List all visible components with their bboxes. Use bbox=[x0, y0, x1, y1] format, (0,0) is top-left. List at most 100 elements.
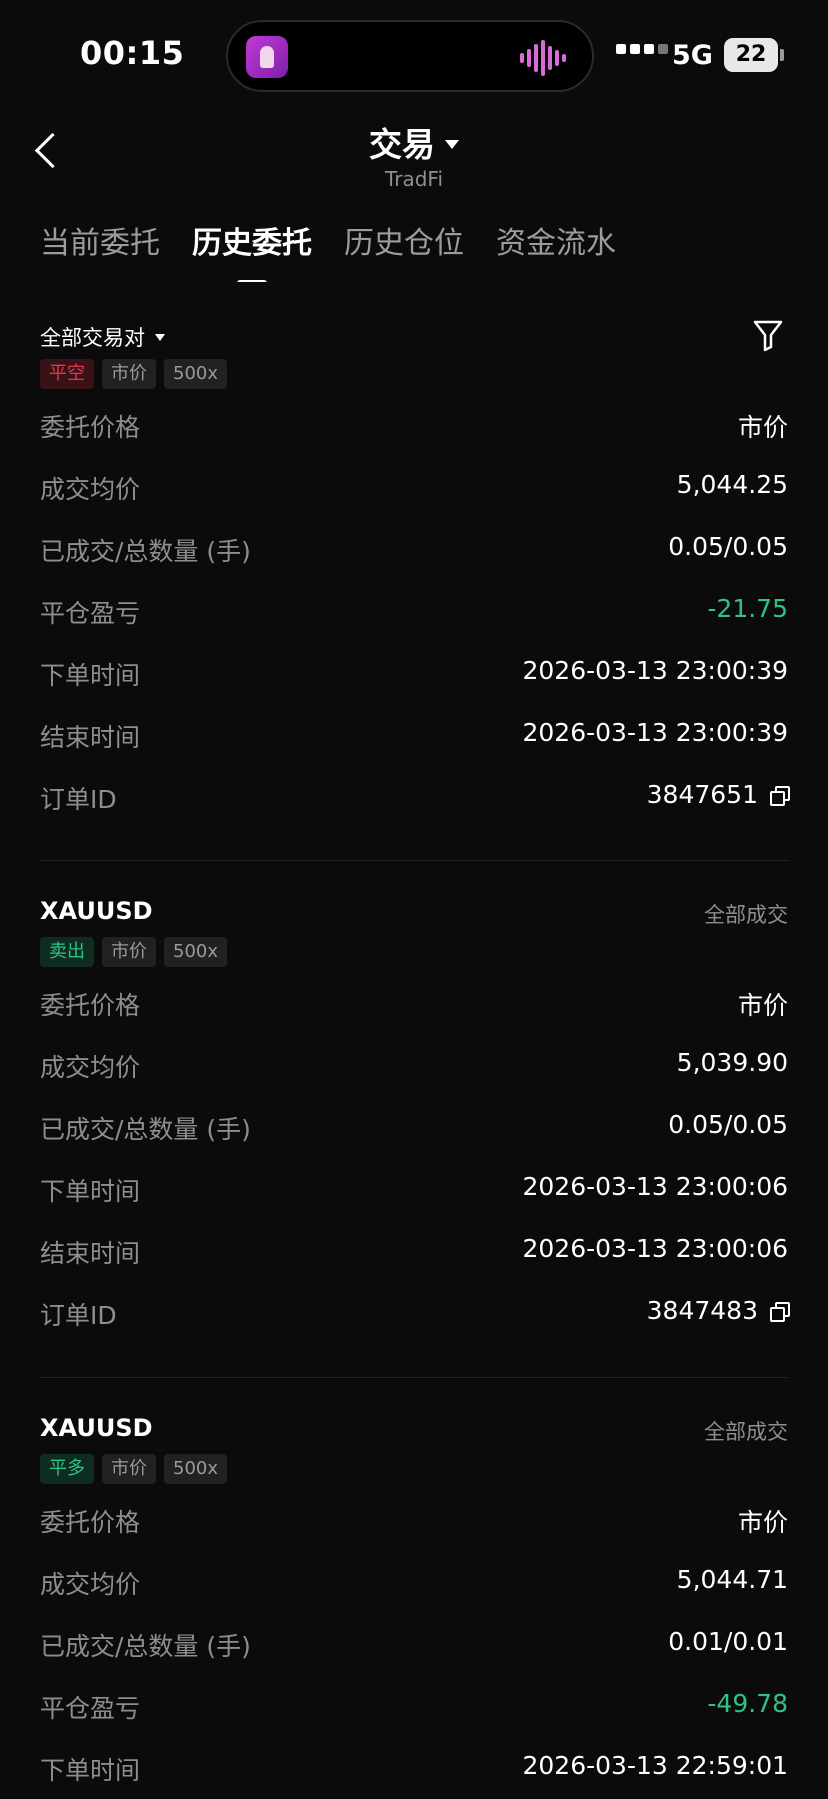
order-row: 订单ID 3847651 bbox=[40, 766, 790, 828]
order-card: XAUUSD 全部成交 平多 市价 500x 委托价格 市价 成交均价 5,044.… bbox=[40, 1414, 788, 1799]
battery-tip bbox=[780, 49, 784, 61]
row-label: 结束时间 bbox=[40, 1239, 141, 1268]
pnl-value: -49.78 bbox=[707, 1689, 788, 1718]
order-row: 结束时间 2026-03-13 23:00:39 bbox=[40, 704, 788, 766]
row-value: 2026-03-13 22:59:01 bbox=[522, 1751, 788, 1780]
caret-down-icon bbox=[155, 333, 165, 341]
battery-icon: 22 bbox=[724, 38, 778, 72]
row-value: 5,044.25 bbox=[676, 470, 788, 499]
tab-bar: 当前委托 历史委托 历史仓位 资金流水 bbox=[40, 218, 616, 286]
tab-order-history[interactable]: 历史委托 bbox=[192, 218, 312, 286]
row-value: 2026-03-13 23:00:06 bbox=[522, 1172, 788, 1201]
dynamic-island[interactable] bbox=[226, 20, 594, 92]
row-value: 5,044.71 bbox=[676, 1565, 788, 1594]
row-label: 平仓盈亏 bbox=[40, 1694, 141, 1723]
order-type-tag: 市价 bbox=[102, 359, 156, 389]
side-tag: 卖出 bbox=[40, 937, 94, 967]
card-divider bbox=[40, 1377, 788, 1378]
row-label: 下单时间 bbox=[40, 1756, 141, 1785]
status-time: 00:15 bbox=[80, 34, 185, 72]
side-tag: 平空 bbox=[40, 359, 94, 389]
row-label: 成交均价 bbox=[40, 475, 141, 504]
order-type-tag: 市价 bbox=[102, 937, 156, 967]
order-id-copy[interactable]: 3847651 bbox=[646, 780, 790, 809]
side-tag: 平多 bbox=[40, 1454, 94, 1484]
order-card-header: XAUUSD 全部成交 bbox=[40, 897, 788, 931]
row-value: 5,039.90 bbox=[676, 1048, 788, 1077]
row-label: 成交均价 bbox=[40, 1053, 141, 1082]
tab-current-orders[interactable]: 当前委托 bbox=[40, 218, 160, 262]
row-value: 0.05/0.05 bbox=[668, 532, 788, 561]
pair-filter-label: 全部交易对 bbox=[40, 326, 145, 350]
row-value: 2026-03-13 23:00:39 bbox=[522, 718, 788, 747]
order-symbol: XAUUSD bbox=[40, 897, 153, 925]
row-label: 已成交/总数量 (手) bbox=[40, 1632, 251, 1661]
order-row: 已成交/总数量 (手) 0.01/0.01 bbox=[40, 1613, 788, 1675]
signal-icon bbox=[616, 44, 668, 54]
row-value: 市价 bbox=[737, 991, 788, 1020]
row-value: 2026-03-13 23:00:06 bbox=[522, 1234, 788, 1263]
order-status: 全部成交 bbox=[704, 903, 788, 927]
order-symbol: XAUUSD bbox=[40, 1414, 153, 1442]
live-activity-app-icon bbox=[246, 36, 288, 78]
leverage-tag: 500x bbox=[164, 937, 228, 967]
copy-icon[interactable] bbox=[770, 1301, 790, 1322]
row-label: 订单ID bbox=[40, 785, 117, 814]
row-label: 委托价格 bbox=[40, 991, 141, 1020]
row-label: 下单时间 bbox=[40, 661, 141, 690]
row-value: 2026-03-13 23:00:39 bbox=[522, 656, 788, 685]
row-value: 市价 bbox=[737, 413, 788, 442]
row-label: 委托价格 bbox=[40, 413, 141, 442]
order-card-header: XAUUSD 全部成交 bbox=[40, 1414, 788, 1448]
row-value: 0.01/0.01 bbox=[668, 1627, 788, 1656]
row-label: 下单时间 bbox=[40, 1177, 141, 1206]
row-label: 平仓盈亏 bbox=[40, 599, 141, 628]
leverage-tag: 500x bbox=[164, 1454, 228, 1484]
order-row: 平仓盈亏 -21.75 bbox=[40, 580, 788, 642]
leverage-tag: 500x bbox=[164, 359, 228, 389]
row-label: 订单ID bbox=[40, 1301, 117, 1330]
order-card: 平空 市价 500x 委托价格 市价 成交均价 5,044.25 已成交/总数量 (… bbox=[40, 353, 790, 828]
order-row: 已成交/总数量 (手) 0.05/0.05 bbox=[40, 1096, 788, 1158]
pnl-value: -21.75 bbox=[707, 594, 788, 623]
order-row: 结束时间 2026-03-13 23:00:06 bbox=[40, 1220, 788, 1282]
order-row: 委托价格 市价 bbox=[40, 972, 788, 1034]
order-row: 成交均价 5,044.25 bbox=[40, 456, 788, 518]
caret-down-icon bbox=[445, 140, 459, 149]
filter-funnel-icon[interactable] bbox=[752, 318, 784, 356]
row-label: 结束时间 bbox=[40, 723, 141, 752]
pair-filter-dropdown[interactable]: 全部交易对 bbox=[40, 322, 165, 352]
order-row: 成交均价 5,039.90 bbox=[40, 1034, 788, 1096]
row-label: 委托价格 bbox=[40, 1508, 141, 1537]
order-type-tag: 市价 bbox=[102, 1454, 156, 1484]
order-id-copy[interactable]: 3847483 bbox=[646, 1296, 790, 1325]
order-row: 委托价格 市价 bbox=[40, 394, 788, 456]
order-tags: 平多 市价 500x bbox=[40, 1454, 788, 1484]
network-type: 5G bbox=[672, 40, 713, 71]
order-id-value: 3847651 bbox=[646, 780, 758, 809]
tab-fund-flow[interactable]: 资金流水 bbox=[496, 218, 616, 262]
row-label: 已成交/总数量 (手) bbox=[40, 537, 251, 566]
order-row: 下单时间 2026-03-13 22:59:01 bbox=[40, 1737, 788, 1799]
page-subtitle: TradFi bbox=[384, 167, 444, 191]
page-title: 交易 bbox=[369, 125, 435, 164]
row-value: 0.05/0.05 bbox=[668, 1110, 788, 1139]
order-row: 委托价格 市价 bbox=[40, 1489, 788, 1551]
page-title-dropdown[interactable]: 交易 bbox=[0, 118, 828, 166]
audio-wave-icon bbox=[520, 40, 566, 76]
order-row: 下单时间 2026-03-13 23:00:39 bbox=[40, 642, 788, 704]
order-tags: 平空 市价 500x bbox=[40, 359, 788, 389]
order-card: XAUUSD 全部成交 卖出 市价 500x 委托价格 市价 成交均价 5,039.… bbox=[40, 897, 790, 1344]
order-row: 平仓盈亏 -49.78 bbox=[40, 1675, 788, 1737]
card-divider bbox=[40, 860, 788, 861]
order-row: 已成交/总数量 (手) 0.05/0.05 bbox=[40, 518, 788, 580]
order-status: 全部成交 bbox=[704, 1420, 788, 1444]
row-label: 成交均价 bbox=[40, 1570, 141, 1599]
tab-position-history[interactable]: 历史仓位 bbox=[344, 218, 464, 262]
order-tags: 卖出 市价 500x bbox=[40, 937, 788, 967]
row-label: 已成交/总数量 (手) bbox=[40, 1115, 251, 1144]
order-row: 下单时间 2026-03-13 23:00:06 bbox=[40, 1158, 788, 1220]
order-id-value: 3847483 bbox=[646, 1296, 758, 1325]
copy-icon[interactable] bbox=[770, 785, 790, 806]
row-value: 市价 bbox=[737, 1508, 788, 1537]
